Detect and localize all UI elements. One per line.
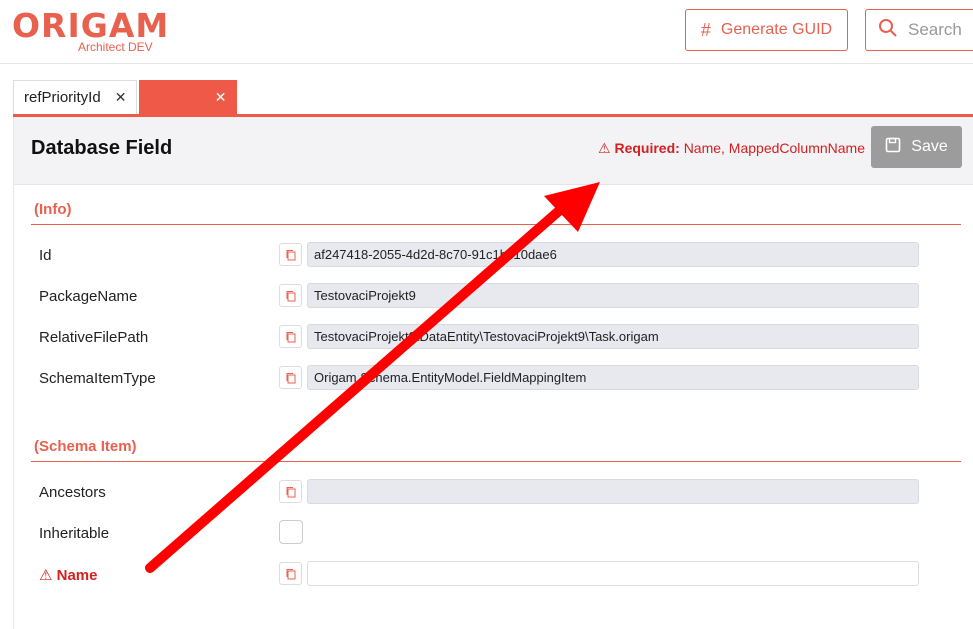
tab-active[interactable]: ✕: [139, 80, 238, 114]
section-info-title: (Info): [34, 201, 72, 218]
inheritable-checkbox[interactable]: [279, 520, 303, 544]
field-label-schemaitemtype: SchemaItemType: [39, 370, 156, 387]
name-field[interactable]: [307, 561, 919, 586]
copy-icon[interactable]: [279, 284, 302, 307]
copy-icon[interactable]: [279, 325, 302, 348]
generate-guid-button[interactable]: # Generate GUID: [685, 9, 848, 51]
save-button[interactable]: Save: [871, 126, 962, 168]
top-bar: ORIGAM Architect DEV # Generate GUID Sea…: [0, 0, 973, 64]
section-schema-item-title: (Schema Item): [34, 438, 137, 455]
search-box[interactable]: Search: [865, 9, 973, 51]
editor-panel: Database Field ⚠ Required: Name, MappedC…: [13, 117, 973, 629]
hash-icon: #: [700, 19, 711, 40]
ancestors-field[interactable]: [307, 479, 919, 504]
save-icon: [885, 137, 901, 158]
copy-icon[interactable]: [279, 480, 302, 503]
packagename-field[interactable]: TestovaciProjekt9: [307, 283, 919, 308]
relativefilepath-field[interactable]: TestovaciProjekt9\DataEntity\TestovaciPr…: [307, 324, 919, 349]
required-warning: ⚠ Required: Name, MappedColumnName: [598, 140, 865, 157]
close-icon[interactable]: ✕: [115, 89, 127, 106]
logo-text: ORIGAM: [12, 6, 170, 45]
tab-refpriorityid[interactable]: refPriorityId ✕: [13, 80, 138, 114]
copy-icon[interactable]: [279, 366, 302, 389]
warning-icon: ⚠: [39, 567, 53, 584]
section-divider: [31, 224, 961, 225]
section-divider: [31, 461, 961, 462]
copy-icon[interactable]: [279, 562, 302, 585]
field-label-packagename: PackageName: [39, 288, 138, 305]
field-label-id: Id: [39, 247, 52, 264]
field-label-inheritable: Inheritable: [39, 525, 110, 542]
generate-guid-label: Generate GUID: [720, 21, 833, 38]
editor-tabs: refPriorityId ✕ ✕: [13, 80, 239, 116]
origam-logo[interactable]: ORIGAM Architect DEV: [12, 6, 170, 55]
search-placeholder: Search: [908, 20, 962, 39]
name-label: Name: [56, 567, 98, 584]
copy-icon[interactable]: [279, 243, 302, 266]
editor-header: Database Field ⚠ Required: Name, MappedC…: [14, 117, 973, 185]
save-label: Save: [911, 138, 948, 155]
tab-label: refPriorityId: [24, 89, 101, 106]
close-icon[interactable]: ✕: [215, 89, 227, 106]
search-icon: [878, 18, 898, 43]
field-label-ancestors: Ancestors: [39, 484, 106, 501]
field-label-name: ⚠ Name: [39, 566, 97, 584]
schemaitemtype-field[interactable]: Origam.Schema.EntityModel.FieldMappingIt…: [307, 365, 919, 390]
id-field[interactable]: af247418-2055-4d2d-8c70-91c1bc10dae6: [307, 242, 919, 267]
logo-subtitle: Architect DEV: [78, 40, 153, 54]
page-title: Database Field: [31, 137, 173, 159]
required-fields: Name, MappedColumnName: [683, 140, 865, 156]
field-label-relativefilepath: RelativeFilePath: [39, 329, 149, 346]
warning-icon: ⚠: [598, 140, 611, 156]
required-label: Required:: [614, 140, 680, 156]
